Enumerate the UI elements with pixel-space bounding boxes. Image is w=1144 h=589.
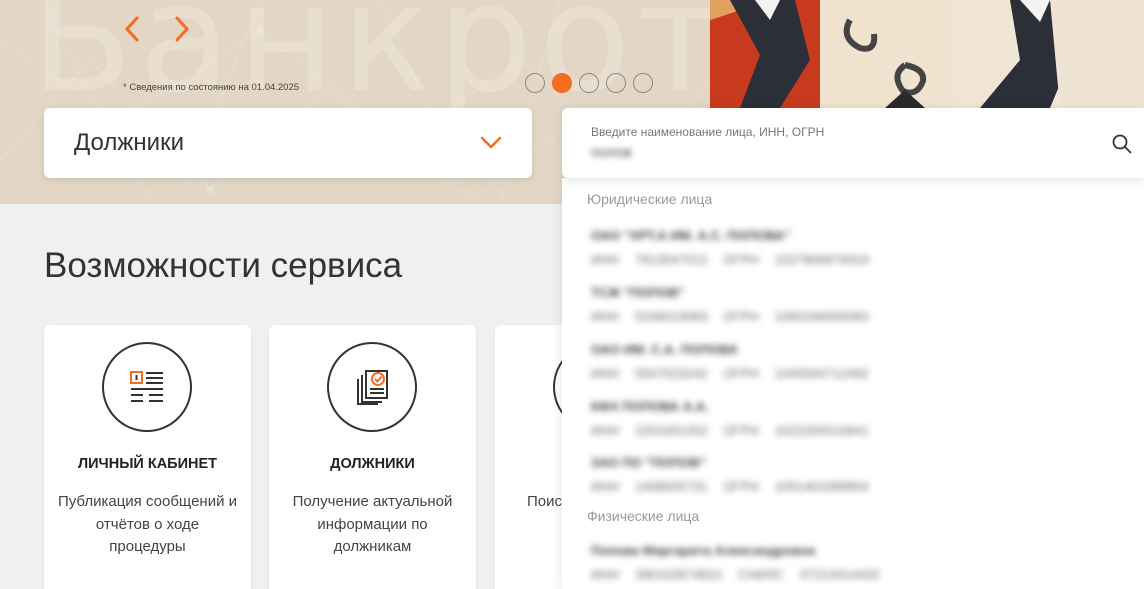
result-ids: ИНН 2201001202 ОГРН 1022200510641 (591, 423, 891, 438)
result-name: КФХ ПОПОВА А.А. (591, 399, 709, 414)
inn-value: 5246019083 (635, 309, 708, 324)
search-placeholder: Введите наименование лица, ИНН, ОГРН (591, 125, 825, 139)
carousel-next-button[interactable] (166, 14, 196, 44)
chevron-down-icon (480, 136, 502, 149)
inn-label: ИНН (591, 366, 620, 381)
ogrn-label: ОГРН (723, 479, 759, 494)
list-item[interactable]: ТСЖ "ПОПОВ" ИНН 5246019083 ОГРН 10652460000… (591, 285, 891, 324)
result-ids: ИНН 390102874810 СНИЛС 07213414432 (591, 567, 891, 582)
result-ids: ИНН 1408005731 ОГРН 1051401089854 (591, 479, 891, 494)
search-value: попов (591, 144, 632, 161)
document-check-icon (357, 370, 388, 405)
ogrn-value: 1022200510641 (774, 423, 869, 438)
carousel-dot[interactable] (606, 73, 626, 93)
category-select[interactable]: Должники (44, 108, 532, 178)
card-description: Публикация сообщений и отчётов о ходе пр… (57, 493, 238, 555)
carousel-prev-button[interactable] (118, 14, 148, 44)
carousel-dots (525, 73, 653, 93)
inn-label: ИНН (591, 479, 620, 494)
banner-photo (710, 0, 1144, 108)
card-description: Поис выст (527, 493, 562, 510)
category-select-value: Должники (74, 129, 184, 156)
result-ids: ИНН 7813047012 ОГРН 1027806879319 (591, 252, 891, 267)
inn-value: 1408005731 (635, 479, 708, 494)
list-item[interactable]: КФХ ПОПОВА А.А. ИНН 2201001202 ОГРН 1022200… (591, 399, 891, 438)
list-item[interactable]: ОАО "ХРТ.А ИМ. А.С. ПОПОВА" ИНН 781304701… (591, 228, 891, 267)
card-debtors[interactable]: ДОЛЖНИКИ Получение актуальной информации… (269, 325, 476, 589)
result-name: ТСЖ "ПОПОВ" (591, 285, 685, 300)
card-title: ДОЛЖНИКИ (330, 456, 415, 472)
card-icon-circle (327, 342, 417, 432)
inn-value: 390102874810 (635, 567, 722, 582)
search-icon[interactable] (1112, 134, 1132, 154)
card-personal-account[interactable]: ЛИЧНЫЙ КАБИНЕТ Публикация сообщений и от… (44, 325, 251, 589)
result-name: ЗАО ПО "ПОПОВ" (591, 455, 706, 470)
inn-value: 5507023242 (635, 366, 708, 381)
chevron-left-icon (124, 16, 139, 42)
inn-label: ИНН (591, 309, 620, 324)
inn-value: 2201001202 (635, 423, 708, 438)
ogrn-value: 1027806879319 (774, 252, 869, 267)
info-note: * Сведения по состоянию на 01.04.2025 (123, 82, 300, 93)
result-name: ОАО ИМ. С.А. ПОПОВА (591, 342, 738, 357)
snils-value: 07213414432 (799, 567, 880, 582)
ogrn-label: ОГРН (723, 423, 759, 438)
result-name: Попова Маргарита Александровна (591, 543, 816, 558)
ogrn-value: 1045500712492 (774, 366, 869, 381)
inn-label: ИНН (591, 252, 620, 267)
card-icon-circle (553, 342, 562, 432)
search-results-dropdown: Юридические лица ОАО "ХРТ.А ИМ. А.С. ПОП… (562, 178, 1144, 589)
result-name: ОАО "ХРТ.А ИМ. А.С. ПОПОВА" (591, 228, 791, 243)
group-title-persons: Физические лица (587, 508, 700, 524)
list-item[interactable]: ЗАО ПО "ПОПОВ" ИНН 1408005731 ОГРН 10514010… (591, 455, 891, 494)
card-description: Получение актуальной информации по должн… (292, 493, 453, 555)
group-title-legal: Юридические лица (587, 191, 713, 207)
search-input[interactable]: Введите наименование лица, ИНН, ОГРН поп… (562, 108, 1144, 178)
carousel-dot[interactable] (633, 73, 653, 93)
carousel-dot[interactable] (579, 73, 599, 93)
card-icon-circle (102, 342, 192, 432)
card-title: ЛИЧНЫЙ КАБИНЕТ (77, 456, 218, 472)
ogrn-value: 1051401089854 (774, 479, 869, 494)
ogrn-value: 1065246000083 (774, 309, 869, 324)
snils-label: СНИЛС (737, 567, 784, 582)
list-item[interactable]: Попова Маргарита Александровна ИНН 390102… (591, 543, 891, 582)
list-item[interactable]: ОАО ИМ. С.А. ПОПОВА ИНН 5507023242 ОГРН 104… (591, 342, 891, 381)
result-ids: ИНН 5246019083 ОГРН 1065246000083 (591, 309, 891, 324)
inn-label: ИНН (591, 423, 620, 438)
info-list-icon (130, 371, 163, 402)
carousel-dot-active[interactable] (552, 73, 572, 93)
inn-label: ИНН (591, 567, 620, 582)
chevron-right-icon (175, 16, 190, 42)
result-ids: ИНН 5507023242 ОГРН 1045500712492 (591, 366, 891, 381)
ogrn-label: ОГРН (723, 309, 759, 324)
carousel-dot[interactable] (525, 73, 545, 93)
ogrn-label: ОГРН (723, 252, 759, 267)
card-search[interactable]: Поис выст (495, 325, 562, 589)
inn-value: 7813047012 (635, 252, 708, 267)
ogrn-label: ОГРН (723, 366, 759, 381)
section-title: Возможности сервиса (44, 246, 403, 285)
